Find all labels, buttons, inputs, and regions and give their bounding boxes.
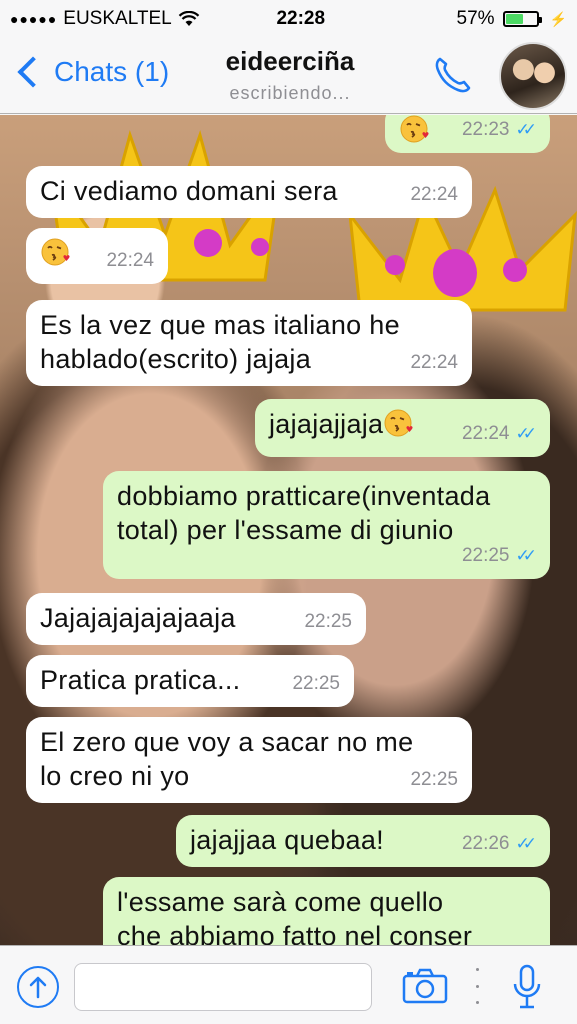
camera-icon xyxy=(402,968,448,1004)
message-meta: 22:25 xyxy=(304,605,352,639)
message-time: 22:25 xyxy=(410,769,458,790)
battery-level xyxy=(505,14,523,24)
message-text: El zero que voy a sacar no me lo creo ni… xyxy=(40,727,414,791)
message-meta: 22:25 xyxy=(292,667,340,701)
battery-info: 57% ⚡ xyxy=(457,8,567,30)
message-text: jajajajjaja xyxy=(269,409,384,439)
read-receipt-icon: ✓✓ xyxy=(515,546,537,565)
message-input[interactable] xyxy=(74,963,372,1011)
read-receipt-icon: ✓✓ xyxy=(515,834,537,853)
message-time: 22:26 xyxy=(461,833,510,854)
kissing-face-emoji-icon xyxy=(400,115,429,143)
outgoing-message-bubble[interactable]: l'essame sarà come quello che abbiamo fa… xyxy=(103,877,550,945)
message-text: dobbiamo pratticare(inventada total) per… xyxy=(117,481,491,545)
message-content: jajajajjaja xyxy=(269,409,415,439)
message-meta: 22:24 xyxy=(410,178,458,212)
carrier-info: ●●●●● EUSKALTEL xyxy=(10,8,240,30)
message-time: 22:25 xyxy=(292,673,340,694)
arrow-up-circle-icon xyxy=(29,976,47,999)
message-content xyxy=(399,115,431,145)
call-button[interactable] xyxy=(430,52,476,98)
typing-status: escribiendo... xyxy=(229,83,351,103)
outgoing-message-bubble[interactable]: jajajjaa quebaa! 22:26 ✓✓ xyxy=(176,815,550,867)
outgoing-message-bubble[interactable]: dobbiamo pratticare(inventada total) per… xyxy=(103,471,550,579)
message-time: 22:25 xyxy=(304,611,352,632)
message-text: l'essame sarà come quello che abbiamo fa… xyxy=(117,887,473,945)
camera-button[interactable] xyxy=(402,968,448,1004)
kissing-face-emoji-icon xyxy=(384,409,413,437)
incoming-message-bubble[interactable]: Es la vez que mas italiano he hablado(es… xyxy=(26,300,472,386)
incoming-message-bubble[interactable]: El zero que voy a sacar no me lo creo ni… xyxy=(26,717,472,803)
microphone-icon xyxy=(513,964,541,1009)
contact-name: eideerciña xyxy=(225,46,355,76)
battery-percent: 57% xyxy=(456,8,495,29)
message-time: 22:24 xyxy=(461,423,510,444)
charging-icon: ⚡ xyxy=(549,10,567,27)
phone-icon xyxy=(435,57,471,93)
message-meta: 22:23 ✓✓ xyxy=(461,115,537,147)
message-time: 22:24 xyxy=(410,184,458,205)
message-text: Ci vediamo domani sera xyxy=(40,176,338,206)
microphone-button[interactable] xyxy=(512,964,542,1010)
outgoing-message-bubble[interactable]: jajajajjaja 22:24 ✓✓ xyxy=(255,399,550,457)
back-button[interactable]: Chats (1) xyxy=(14,56,169,88)
incoming-message-bubble[interactable]: 22:24 xyxy=(26,228,168,284)
input-bar xyxy=(0,945,577,1024)
chat-background: 22:23 ✓✓ Ci vediamo domani sera 22:24 22:24 E… xyxy=(0,115,577,945)
incoming-message-bubble[interactable]: Ci vediamo domani sera 22:24 xyxy=(26,166,472,218)
signal-strength-icon: ●●●●● xyxy=(10,11,58,27)
chat-header: Chats (1) eideerciña escribiendo... xyxy=(0,38,577,114)
message-time: 22:24 xyxy=(410,352,458,373)
chevron-left-icon xyxy=(17,56,49,88)
carrier-name: EUSKALTEL xyxy=(63,8,172,29)
kissing-face-emoji-icon xyxy=(41,238,70,266)
outgoing-message-bubble[interactable]: 22:23 ✓✓ xyxy=(385,115,550,153)
message-meta: 22:25 xyxy=(410,763,458,797)
message-content xyxy=(40,238,72,268)
contact-avatar[interactable] xyxy=(499,42,567,110)
message-meta: 22:24 ✓✓ xyxy=(461,417,537,451)
status-bar: ●●●●● EUSKALTEL 22:28 57% ⚡ xyxy=(0,0,577,38)
message-meta: 22:24 xyxy=(106,244,154,278)
wifi-icon xyxy=(178,11,199,26)
incoming-message-bubble[interactable]: Jajajajajajajaaja 22:25 xyxy=(26,593,366,645)
message-meta: 22:24 xyxy=(410,346,458,380)
message-meta: 22:25 ✓✓ xyxy=(461,539,537,573)
message-text: Es la vez que mas italiano he hablado(es… xyxy=(40,310,400,374)
message-time: 22:25 xyxy=(461,545,510,566)
back-button-label: Chats (1) xyxy=(54,56,170,87)
message-time: 22:24 xyxy=(106,250,154,271)
battery-icon xyxy=(502,11,542,27)
read-receipt-icon: ✓✓ xyxy=(515,424,537,443)
status-time: 22:28 xyxy=(276,8,326,29)
message-time: 22:23 xyxy=(461,119,510,140)
incoming-message-bubble[interactable]: Pratica pratica... 22:25 xyxy=(26,655,354,707)
share-button[interactable] xyxy=(17,966,59,1008)
more-options-icon xyxy=(474,968,480,1004)
read-receipt-icon: ✓✓ xyxy=(515,120,537,139)
message-meta: 22:26 ✓✓ xyxy=(461,827,537,861)
contact-info[interactable]: eideerciña escribiendo... xyxy=(190,46,390,104)
